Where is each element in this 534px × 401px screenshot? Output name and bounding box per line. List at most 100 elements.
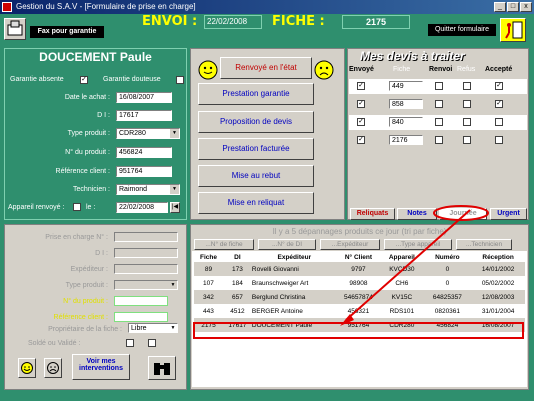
prise-expediteur-label: Expéditeur : (70, 266, 108, 273)
ref-client-field[interactable]: 951764 (116, 166, 172, 177)
sad-button[interactable] (44, 358, 62, 378)
appareil-renvoye-checkbox[interactable] (73, 203, 81, 211)
date-achat-field[interactable]: 16/08/2007 (116, 92, 172, 103)
sort-button-0[interactable]: ...N° de fiche (194, 239, 254, 250)
solde-checkbox-1[interactable] (126, 339, 134, 347)
action-button-2[interactable]: Proposition de devis (198, 111, 314, 133)
devis-row[interactable]: ✓ 2176 (349, 133, 527, 148)
action-button-0[interactable]: Renvoyé en l'état (220, 57, 312, 79)
di-field[interactable]: 17617 (116, 110, 172, 121)
action-button-1[interactable]: Prestation garantie (198, 83, 314, 105)
prise-field[interactable] (114, 232, 178, 242)
devis-fiche: 858 (389, 99, 423, 109)
col-envoye: Envoyé (349, 66, 374, 73)
renvoi-checkbox[interactable] (435, 100, 443, 108)
prise-type-select[interactable]: ▼ (114, 280, 178, 290)
col-fiche: Fiche (393, 66, 411, 73)
fax-button[interactable] (4, 18, 26, 40)
proprietaire-select[interactable]: Libre ▼ (128, 323, 178, 333)
prise-no-label: N° du produit : (63, 298, 108, 305)
action-button-4[interactable]: Mise au rebut (198, 165, 314, 187)
close-button[interactable]: x (520, 2, 532, 12)
renvoi-checkbox[interactable] (435, 82, 443, 90)
renvoi-checkbox[interactable] (435, 118, 443, 126)
devis-row[interactable]: ✓ 449 ✓ (349, 79, 527, 94)
client-name: DOUCEMENT Paule (39, 50, 152, 64)
refus-checkbox[interactable] (463, 118, 471, 126)
ref-client-label: Référence client : (55, 168, 110, 175)
table-cell: 342 (203, 293, 214, 301)
solde-checkbox-2[interactable] (148, 339, 156, 347)
prise-label: Prise en charge N° : (45, 234, 108, 241)
prise-no-field[interactable] (114, 296, 168, 306)
column-header[interactable]: Fiche (194, 252, 223, 262)
envoi-label: ENVOI : (142, 14, 198, 29)
prise-ref-label: Référence client : (53, 314, 108, 321)
garantie-absente-checkbox[interactable]: ✓ (80, 76, 88, 84)
quit-button[interactable] (500, 18, 526, 42)
col-refus: Refus (457, 66, 476, 73)
accepte-checkbox[interactable] (495, 136, 503, 144)
minimize-button[interactable]: _ (494, 2, 506, 12)
fiche-label: FICHE : (272, 14, 325, 29)
quit-label: Quitter formulaire (428, 24, 496, 36)
prise-ref-field[interactable] (114, 312, 168, 322)
proprietaire-value: Libre (131, 325, 147, 332)
smiley-happy-icon (198, 60, 218, 80)
refus-checkbox[interactable] (463, 100, 471, 108)
voir-interventions-button[interactable]: Voir mes interventions (72, 354, 130, 380)
devis-title: Mes devis à traiter (360, 49, 465, 63)
sort-button-1[interactable]: ...N° de DI (258, 239, 316, 250)
accepte-checkbox[interactable] (495, 118, 503, 126)
proprietaire-label: Propriétaire de la fiche : (48, 326, 122, 333)
prise-di-field[interactable] (114, 248, 178, 258)
devis-fiche: 449 (389, 81, 423, 91)
chevron-down-icon[interactable]: ▼ (170, 129, 179, 138)
column-header[interactable]: DI (223, 252, 252, 262)
di-label: D I : (97, 112, 110, 119)
envoi-date[interactable]: 22/02/2008 (204, 15, 262, 29)
garantie-douteuse-checkbox[interactable] (176, 76, 184, 84)
smiley-happy-icon (21, 362, 33, 374)
maximize-button[interactable]: □ (507, 2, 519, 12)
binoculars-button[interactable] (148, 356, 176, 380)
col-accepte: Accepté (485, 66, 513, 73)
renvoye-date-field[interactable]: 22/02/2008 (116, 202, 168, 213)
devis-fiche: 2176 (389, 135, 423, 145)
refus-checkbox[interactable] (463, 136, 471, 144)
tab-urgent[interactable]: Urgent (490, 208, 527, 220)
window-titlebar: Gestion du S.A.V - [Formulaire de prise … (0, 0, 534, 14)
chevron-down-icon[interactable]: ▼ (169, 281, 177, 289)
type-produit-value: CDR280 (119, 130, 146, 137)
action-button-3[interactable]: Prestation facturée (198, 138, 314, 160)
refus-checkbox[interactable] (463, 82, 471, 90)
calendar-nav-icon[interactable]: |◀ (170, 202, 180, 213)
no-produit-label: N° du produit : (65, 149, 110, 156)
action-button-5[interactable]: Mise en reliquat (198, 192, 314, 214)
accepte-checkbox[interactable]: ✓ (495, 82, 503, 90)
chevron-down-icon[interactable]: ▼ (170, 185, 179, 194)
exit-icon (505, 21, 523, 39)
envoye-checkbox[interactable]: ✓ (357, 82, 365, 90)
devis-row[interactable]: ✓ 858 ✓ (349, 97, 527, 112)
happy-button[interactable] (18, 358, 36, 378)
envoye-checkbox[interactable]: ✓ (357, 100, 365, 108)
technicien-select[interactable]: Raimond ▼ (116, 184, 180, 195)
smiley-sad-icon (47, 362, 59, 374)
no-produit-field[interactable]: 456824 (116, 147, 172, 158)
technicien-value: Raimond (119, 186, 148, 193)
envoye-checkbox[interactable]: ✓ (357, 118, 365, 126)
type-produit-select[interactable]: CDR280 ▼ (116, 128, 180, 139)
renvoi-checkbox[interactable] (435, 136, 443, 144)
prise-expediteur-field[interactable] (114, 264, 178, 274)
le-label: le : (86, 204, 96, 211)
chevron-down-icon[interactable]: ▼ (169, 324, 177, 332)
envoye-checkbox[interactable]: ✓ (357, 136, 365, 144)
col-renvoi: Renvoi (429, 66, 453, 73)
devis-row[interactable]: ✓ 840 (349, 115, 527, 130)
table-cell: 443 (203, 307, 214, 315)
accepte-checkbox[interactable]: ✓ (495, 100, 503, 108)
table-cell: 173 (232, 265, 243, 273)
binoculars-icon (154, 363, 170, 375)
fax-icon (7, 20, 23, 36)
